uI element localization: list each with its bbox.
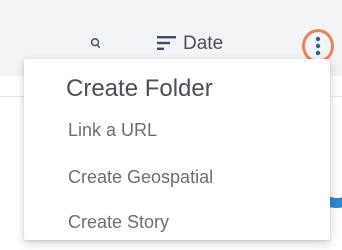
sort-icon (157, 36, 176, 50)
menu-item-create-story[interactable]: Create Story (68, 213, 169, 231)
menu-item-create-folder[interactable]: Create Folder (66, 77, 213, 101)
more-options-menu: Create Folder Link a URL Create Geospati… (24, 59, 330, 240)
sort-label: Date (183, 32, 224, 54)
menu-item-create-geospatial[interactable]: Create Geospatial (68, 168, 213, 186)
more-options-button[interactable] (302, 29, 334, 63)
menu-item-link-url[interactable]: Link a URL (68, 121, 157, 139)
sort-by-date-button[interactable]: Date (157, 30, 223, 56)
search-icon[interactable] (90, 38, 100, 48)
more-vertical-icon (315, 36, 321, 56)
